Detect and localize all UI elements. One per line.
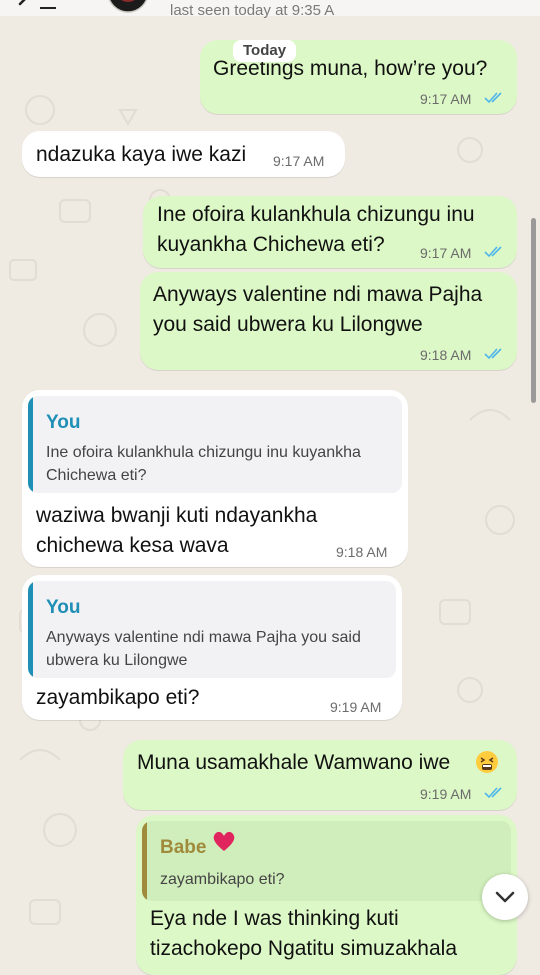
last-seen-status: last seen today at 9:35 A: [170, 2, 335, 19]
message-time: 9:17 AM: [420, 245, 472, 261]
message-bubble-incoming[interactable]: ndazuka kaya iwe kazi 9:17 AM: [22, 131, 345, 177]
quote-bar: [142, 821, 147, 901]
chevron-down-icon: [495, 891, 515, 903]
message-text: Anyways valentine ndi mawa Pajha you sai…: [153, 283, 483, 336]
quote-author: You: [46, 412, 81, 433]
message-bubble-incoming[interactable]: You Anyways valentine ndi mawa Pajha you…: [22, 575, 402, 720]
quote-text: zayambikapo eti?: [160, 871, 285, 888]
date-chip: Today: [233, 40, 297, 62]
read-ticks-icon: [484, 92, 502, 104]
message-bubble-outgoing[interactable]: Ine ofoira kulankhula chizungu inu kuyan…: [143, 196, 517, 268]
message-time: 9:19 AM: [420, 786, 472, 802]
message-time: 9:17 AM: [273, 153, 325, 169]
read-ticks-icon: [484, 787, 502, 799]
quoted-message[interactable]: You Anyways valentine ndi mawa Pajha you…: [28, 581, 396, 678]
message-text: waziwa bwanji kuti ndayankha chichewa ke…: [36, 504, 318, 557]
scrollbar[interactable]: [531, 218, 536, 403]
quote-text: Anyways valentine ndi mawa Pajha you sai…: [46, 629, 361, 669]
quote-author: Babe: [160, 837, 207, 858]
message-text: Muna usamakhale Wamwano iwe: [137, 751, 451, 774]
message-time: 9:17 AM: [420, 91, 472, 107]
heart-emoji: [213, 831, 235, 851]
chat-header: last seen today at 9:35 A: [0, 0, 540, 19]
quoted-message[interactable]: Babe zayambikapo eti?: [142, 821, 511, 901]
read-ticks-icon: [484, 348, 502, 360]
quoted-message[interactable]: You Ine ofoira kulankhula chizungu inu k…: [28, 396, 402, 493]
message-time: 9:18 AM: [336, 544, 388, 560]
quote-bar: [28, 396, 33, 493]
read-ticks-icon: [484, 246, 502, 258]
message-time: 9:18 AM: [420, 347, 472, 363]
back-arrow-icon[interactable]: [16, 0, 56, 14]
tired-face-emoji: [476, 751, 498, 773]
message-text: Eya nde I was thinking kuti tizachokepo …: [150, 907, 458, 960]
quote-text: Ine ofoira kulankhula chizungu inu kuyan…: [46, 444, 361, 484]
avatar[interactable]: [106, 0, 150, 14]
message-bubble-outgoing[interactable]: Anyways valentine ndi mawa Pajha you sai…: [140, 272, 517, 370]
scroll-to-bottom-button[interactable]: [482, 874, 528, 920]
quote-author: You: [46, 597, 81, 618]
message-bubble-outgoing[interactable]: Babe zayambikapo eti? Eya nde I was thin…: [136, 815, 517, 975]
message-text: ndazuka kaya iwe kazi: [36, 143, 247, 166]
message-text: zayambikapo eti?: [36, 686, 200, 709]
message-bubble-incoming[interactable]: You Ine ofoira kulankhula chizungu inu k…: [22, 390, 408, 567]
message-time: 9:19 AM: [330, 699, 382, 715]
message-bubble-outgoing[interactable]: Muna usamakhale Wamwano iwe 9:19 AM: [123, 740, 517, 810]
quote-bar: [28, 581, 33, 678]
